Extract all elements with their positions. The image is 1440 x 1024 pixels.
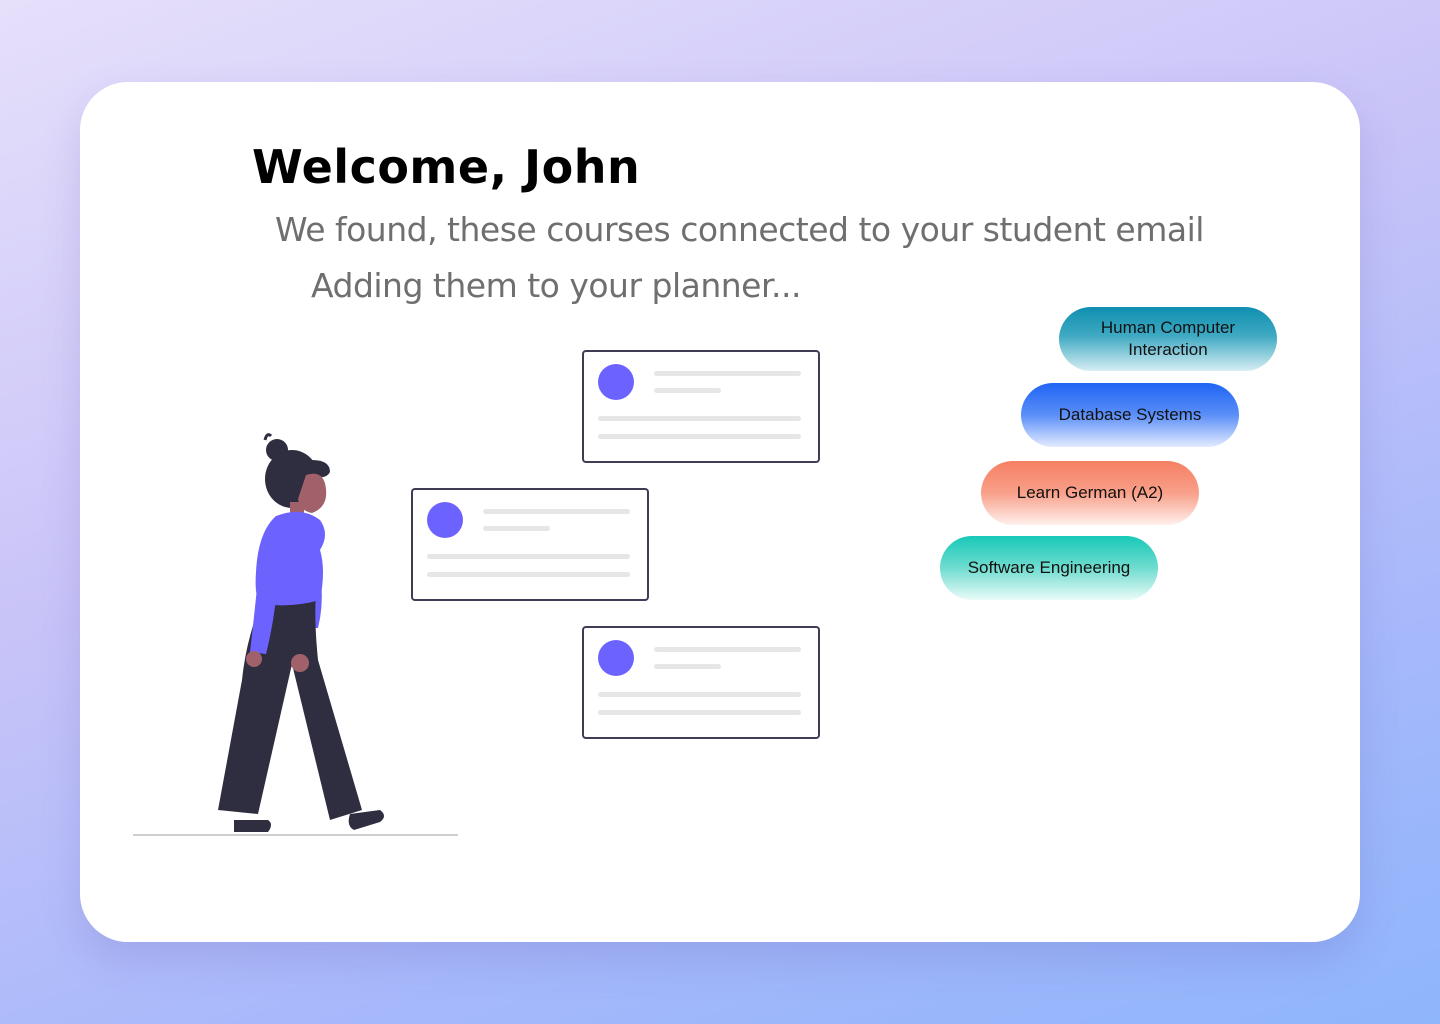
placeholder-course-card-1 — [582, 350, 820, 463]
woman-walking-figure — [218, 433, 384, 832]
welcome-subtitle: We found, these courses connected to you… — [275, 210, 1204, 249]
course-pill-learn-german[interactable]: Learn German (A2) — [981, 461, 1199, 525]
course-pill-hci[interactable]: Human Computer Interaction — [1059, 307, 1277, 371]
course-pill-database-systems[interactable]: Database Systems — [1021, 383, 1239, 447]
welcome-title: Welcome, John — [252, 140, 641, 194]
placeholder-course-card-3 — [582, 626, 820, 739]
course-pill-software-engineering[interactable]: Software Engineering — [940, 536, 1158, 600]
welcome-card: Welcome, John We found, these courses co… — [80, 82, 1360, 942]
placeholder-course-card-2 — [411, 488, 649, 601]
loading-status: Adding them to your planner... — [311, 266, 802, 305]
